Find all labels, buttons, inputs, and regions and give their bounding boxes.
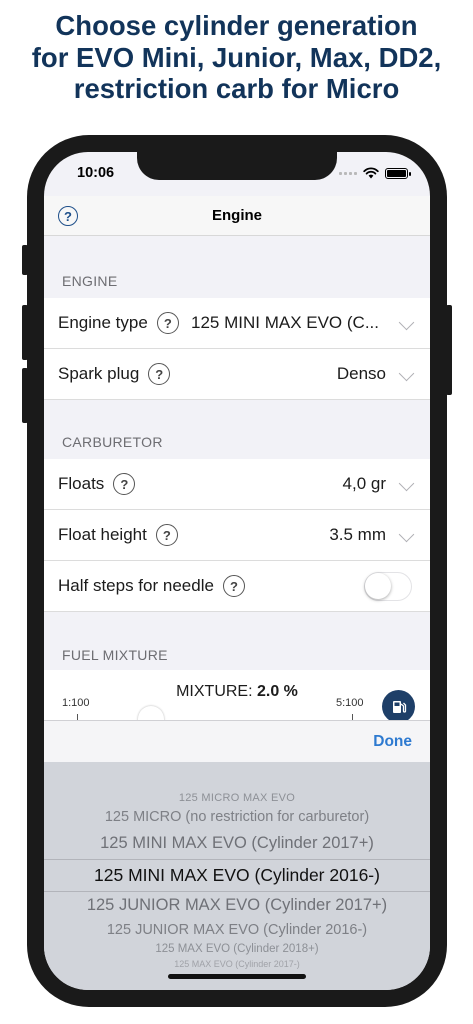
cellular-signal-icon	[339, 171, 357, 175]
picker-option[interactable]: 125 JUNIOR MAX EVO (Cylinder 2017+)	[44, 896, 430, 915]
spark-plug-help-icon[interactable]: ?	[148, 363, 171, 385]
picker-option[interactable]: 125 MAX EVO (Cylinder 2017-)	[44, 959, 430, 969]
promo-headline: Choose cylinder generation for EVO Mini,…	[0, 10, 473, 105]
nav-title: Engine	[211, 207, 262, 224]
toggle-knob	[365, 573, 391, 599]
row-engine-type[interactable]: Engine type ? 125 MINI MAX EVO (C...	[44, 298, 430, 349]
volume-down-button	[22, 368, 28, 423]
engine-type-label: Engine type	[58, 313, 148, 332]
headline-line-1: Choose cylinder generation	[55, 10, 418, 41]
engine-type-picker[interactable]: 125 MICRO MAX EVO 125 MICRO (no restrict…	[44, 762, 430, 990]
picker-option[interactable]: 125 MICRO MAX EVO	[44, 792, 430, 804]
mixture-readout: MIXTURE: 2.0 %	[44, 683, 430, 701]
mixture-title: MIXTURE:	[176, 683, 257, 700]
home-indicator[interactable]	[168, 974, 306, 979]
chevron-down-icon	[398, 526, 415, 543]
mixture-value: 2.0 %	[256, 683, 298, 700]
wifi-icon	[363, 167, 379, 179]
spark-plug-value: Denso	[336, 364, 386, 383]
mixture-panel: 1:100 5:100 MIXTURE: 2.0 %	[44, 670, 430, 720]
status-time: 10:06	[77, 165, 115, 181]
spark-plug-label: Spark plug	[58, 364, 140, 383]
float-height-help-icon[interactable]: ?	[155, 524, 178, 546]
phone-screen: 10:06 ? Engine ENGINE Engine type ? 125 …	[44, 152, 430, 990]
headline-line-2: for EVO Mini, Junior, Max, DD2,	[31, 41, 442, 73]
row-floats[interactable]: Floats ? 4,0 gr	[44, 459, 430, 510]
status-icons	[339, 167, 411, 179]
float-height-value: 3.5 mm	[329, 525, 386, 544]
mixture-slider-thumb[interactable]	[138, 706, 164, 720]
row-spark-plug[interactable]: Spark plug ? Denso	[44, 349, 430, 400]
floats-help-icon[interactable]: ?	[113, 473, 136, 495]
section-header-carburetor: CARBURETOR	[62, 434, 163, 450]
done-button[interactable]: Done	[373, 733, 412, 751]
power-button	[446, 305, 452, 395]
chevron-down-icon	[398, 314, 415, 331]
picker-option-selected[interactable]: 125 MINI MAX EVO (Cylinder 2016-)	[44, 865, 430, 886]
row-float-height[interactable]: Float height ? 3.5 mm	[44, 510, 430, 561]
picker-option[interactable]: 125 MINI MAX EVO (Cylinder 2017+)	[44, 834, 430, 853]
picker-toolbar: Done	[44, 720, 430, 762]
fuel-pump-button[interactable]	[382, 690, 415, 720]
mute-switch	[22, 245, 28, 275]
fuel-pump-icon	[392, 700, 406, 713]
picker-option[interactable]: 125 MICRO (no restriction for carburetor…	[44, 809, 430, 825]
engine-type-value: 125 MINI MAX EVO (C...	[191, 313, 379, 332]
floats-value: 4,0 gr	[342, 474, 386, 493]
chevron-down-icon	[398, 475, 415, 492]
section-header-fuel-mixture: FUEL MIXTURE	[62, 647, 168, 663]
picker-option[interactable]: 125 JUNIOR MAX EVO (Cylinder 2016-)	[44, 922, 430, 938]
battery-icon	[385, 167, 411, 179]
headline-line-3: restriction carb for Micro	[73, 73, 400, 104]
half-steps-label: Half steps for needle	[58, 576, 214, 595]
navigation-bar: ? Engine	[44, 196, 430, 236]
floats-label: Floats	[58, 474, 105, 493]
picker-option[interactable]: 125 MAX EVO (Cylinder 2018+)	[44, 943, 430, 955]
half-steps-help-icon[interactable]: ?	[222, 575, 245, 597]
float-height-label: Float height	[58, 525, 147, 544]
notch	[137, 152, 337, 180]
section-header-engine: ENGINE	[62, 273, 118, 289]
chevron-down-icon	[398, 365, 415, 382]
row-half-steps: Half steps for needle ?	[44, 561, 430, 612]
engine-type-help-icon[interactable]: ?	[156, 312, 179, 334]
volume-up-button	[22, 305, 28, 360]
half-steps-toggle[interactable]	[364, 572, 412, 601]
